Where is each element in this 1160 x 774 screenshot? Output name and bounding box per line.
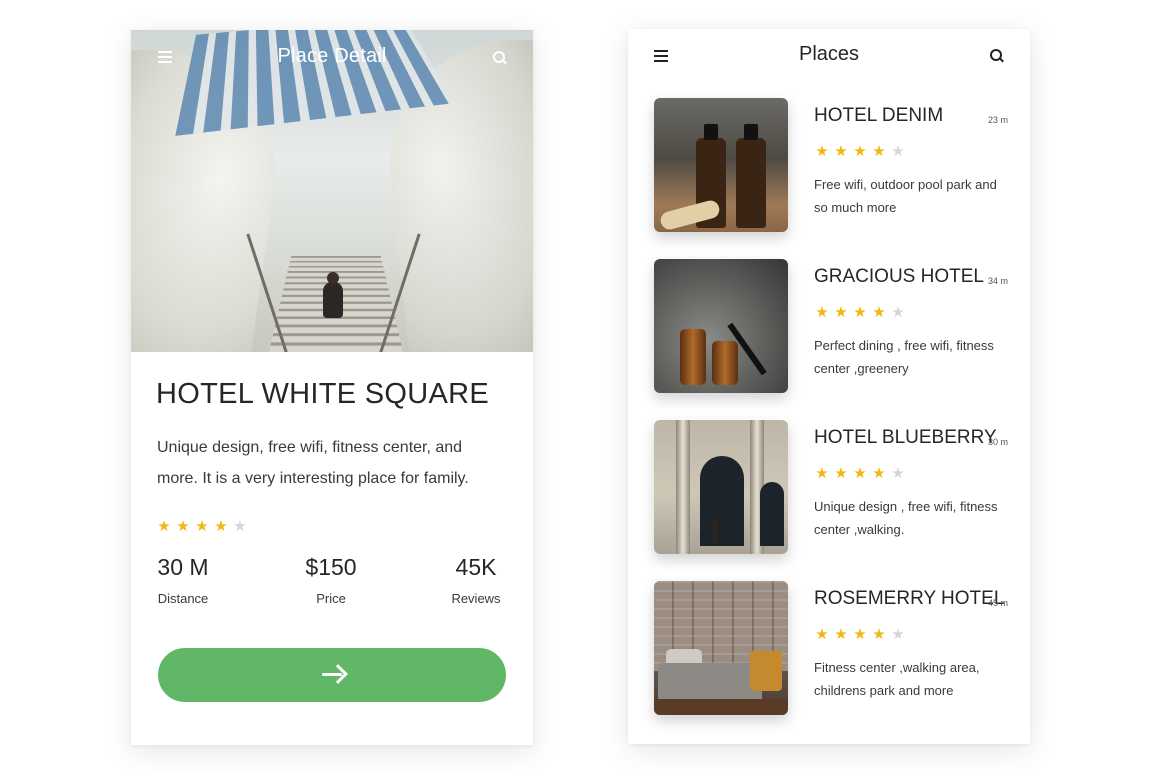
- stat-reviews-value: 45K: [455, 554, 497, 580]
- star-icon: ★: [195, 518, 209, 535]
- stat-distance-label: Distance: [157, 591, 209, 606]
- hotel-description: Unique design, free wifi, fitness center…: [157, 439, 469, 487]
- places-list-screen: Places HOTEL DENIM 23 m ★ ★ ★ ★ ★ Free wifi,…: [628, 29, 1030, 744]
- place-description: Free wifi, outdoor pool park and so much…: [814, 177, 997, 215]
- detail-top-bar: Place Detail: [131, 30, 533, 86]
- star-icon: ★: [815, 143, 829, 160]
- place-card[interactable]: HOTEL BLUEBERRY 30 m ★ ★ ★ ★ ★ Unique design…: [654, 420, 1010, 555]
- place-distance: 34 m: [987, 276, 1008, 286]
- place-name: HOTEL BLUEBERRY: [814, 427, 997, 448]
- star-icon: ★: [853, 304, 867, 321]
- star-icon: ★: [891, 304, 905, 321]
- place-thumbnail: [654, 98, 788, 232]
- star-icon: ★: [891, 465, 905, 482]
- star-icon: ★: [872, 304, 886, 321]
- star-icon: ★: [872, 465, 886, 482]
- stat-reviews-label: Reviews: [451, 591, 501, 606]
- place-name: HOTEL DENIM: [814, 105, 944, 126]
- place-card[interactable]: GRACIOUS HOTEL 34 m ★ ★ ★ ★ ★ Perfect dining…: [654, 259, 1010, 394]
- star-icon: ★: [176, 518, 190, 535]
- star-icon: ★: [233, 518, 247, 535]
- place-description: Unique design , free wifi, fitness cente…: [814, 499, 998, 537]
- stat-distance-value: 30 M: [157, 554, 209, 580]
- place-distance: 45 m: [987, 598, 1008, 608]
- star-icon: ★: [872, 626, 886, 643]
- star-icon: ★: [834, 304, 848, 321]
- star-icon: ★: [815, 304, 829, 321]
- star-icon: ★: [853, 143, 867, 160]
- arrow-right-icon: [322, 664, 344, 684]
- place-card[interactable]: ROSEMERRY HOTEL 45 m ★ ★ ★ ★ ★ Fitness cente…: [654, 581, 1010, 716]
- star-icon: ★: [815, 465, 829, 482]
- place-name: ROSEMERRY HOTEL: [814, 588, 1005, 609]
- star-icon: ★: [834, 143, 848, 160]
- star-icon: ★: [214, 518, 228, 535]
- star-icon: ★: [891, 143, 905, 160]
- star-icon: ★: [891, 626, 905, 643]
- stat-reviews: 45K Reviews: [446, 554, 506, 606]
- place-description: Fitness center ,walking area, childrens …: [814, 660, 980, 698]
- star-icon: ★: [872, 143, 886, 160]
- star-icon: ★: [834, 626, 848, 643]
- place-card[interactable]: HOTEL DENIM 23 m ★ ★ ★ ★ ★ Free wifi, outdoo…: [654, 98, 1010, 233]
- star-icon: ★: [157, 518, 171, 535]
- stat-price-label: Price: [316, 591, 346, 606]
- place-name: GRACIOUS HOTEL: [814, 266, 984, 287]
- star-rating: ★ ★ ★ ★ ★: [814, 466, 906, 481]
- place-detail-screen: Place Detail HOTEL WHITE SQUARE Unique d…: [131, 30, 533, 745]
- star-rating: ★ ★ ★ ★ ★: [814, 305, 906, 320]
- place-distance: 30 m: [987, 437, 1008, 447]
- place-distance: 23 m: [987, 115, 1008, 125]
- star-rating: ★ ★ ★ ★ ★: [814, 144, 906, 159]
- star-icon: ★: [853, 626, 867, 643]
- star-icon: ★: [853, 465, 867, 482]
- star-icon: ★: [834, 465, 848, 482]
- place-description: Perfect dining , free wifi, fitness cent…: [814, 338, 994, 376]
- search-icon[interactable]: [990, 49, 1004, 63]
- go-button[interactable]: [158, 648, 506, 702]
- page-title: Place Detail: [277, 45, 387, 67]
- page-title: Places: [798, 43, 860, 65]
- place-thumbnail: [654, 259, 788, 393]
- star-icon: ★: [815, 626, 829, 643]
- stat-price-value: $150: [305, 554, 357, 580]
- stat-distance: 30 M Distance: [153, 554, 213, 606]
- hotel-name: HOTEL WHITE SQUARE: [156, 378, 490, 410]
- star-rating: ★ ★ ★ ★ ★: [814, 627, 906, 642]
- star-rating: ★ ★ ★ ★ ★: [156, 519, 248, 534]
- search-icon[interactable]: [493, 51, 507, 65]
- stat-price: $150 Price: [296, 554, 366, 606]
- place-thumbnail: [654, 420, 788, 554]
- place-thumbnail: [654, 581, 788, 715]
